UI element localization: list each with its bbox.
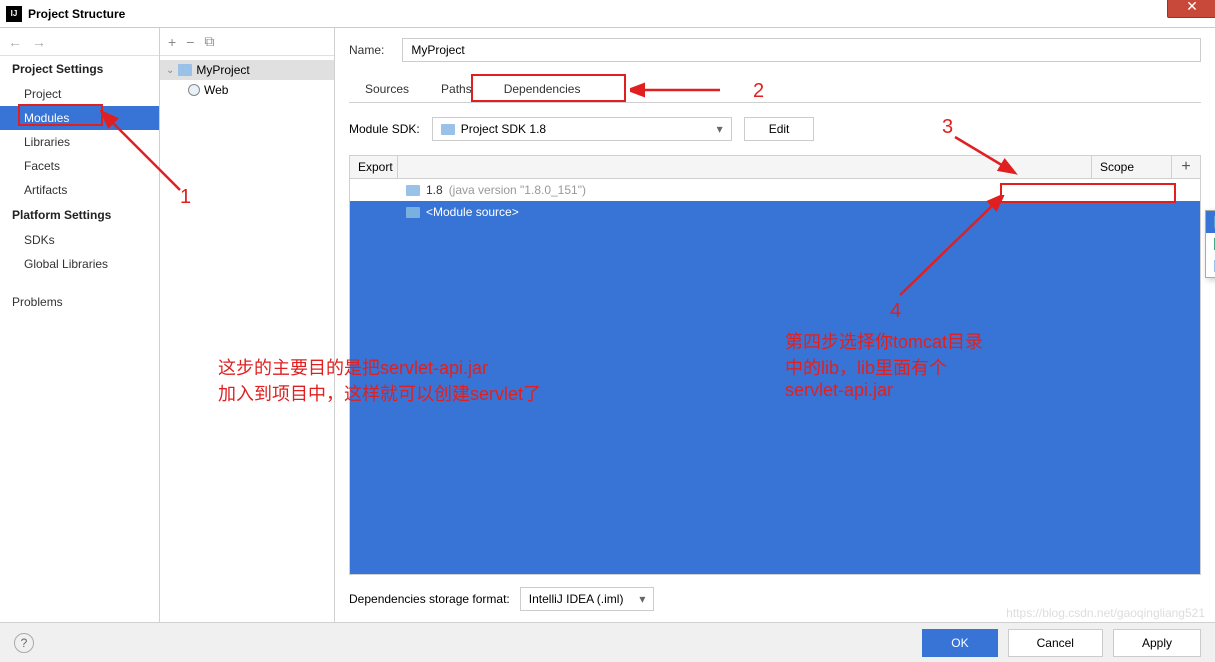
intellij-icon: IJ <box>6 6 22 22</box>
dep-name: 1.8 <box>426 183 443 197</box>
sdk-value: Project SDK 1.8 <box>461 122 546 136</box>
nav-facets[interactable]: Facets <box>0 154 159 178</box>
module-detail-panel: Name: Sources Paths Dependencies Module … <box>335 28 1215 622</box>
tree-root-label: MyProject <box>196 63 249 77</box>
cancel-button[interactable]: Cancel <box>1008 629 1103 657</box>
dependencies-table: Export Scope + 1.8 (java version "1.8.0_… <box>349 155 1201 575</box>
add-icon[interactable]: + <box>168 34 176 50</box>
col-name <box>398 156 1092 178</box>
nav-problems[interactable]: Problems <box>0 290 159 314</box>
dialog-button-bar: ? OK Cancel Apply <box>0 622 1215 662</box>
module-tree-panel: + − ⧉ ⌄ MyProject Web <box>160 28 335 622</box>
left-nav-panel: ← → Project Settings Project Modules Lib… <box>0 28 160 622</box>
apply-button[interactable]: Apply <box>1113 629 1201 657</box>
dep-row-module-source[interactable]: <Module source> <box>350 201 1200 223</box>
sdk-label: Module SDK: <box>349 122 420 136</box>
name-label: Name: <box>349 43 384 57</box>
nav-project[interactable]: Project <box>0 82 159 106</box>
tab-sources[interactable]: Sources <box>349 76 425 102</box>
folder-icon <box>406 185 420 196</box>
folder-icon <box>441 124 455 135</box>
section-platform-settings: Platform Settings <box>0 202 159 228</box>
tree-child-web[interactable]: Web <box>160 80 334 100</box>
nav-artifacts[interactable]: Artifacts <box>0 178 159 202</box>
tree-root-myproject[interactable]: ⌄ MyProject <box>160 60 334 80</box>
popup-jars[interactable]: 1 JARs or directories... <box>1206 211 1215 233</box>
folder-icon <box>178 64 192 76</box>
window-title: Project Structure <box>28 7 125 21</box>
popup-module-dep[interactable]: 3 Module Dependency... <box>1206 255 1215 277</box>
storage-label: Dependencies storage format: <box>349 592 510 606</box>
titlebar: IJ Project Structure ✕ <box>0 0 1215 28</box>
sdk-select[interactable]: Project SDK 1.8 <box>432 117 732 141</box>
storage-select[interactable]: IntelliJ IDEA (.iml) <box>520 587 655 611</box>
section-project-settings: Project Settings <box>0 56 159 82</box>
tree-child-label: Web <box>204 83 228 97</box>
dep-name: <Module source> <box>426 205 519 219</box>
col-scope[interactable]: Scope <box>1092 156 1172 178</box>
tab-paths[interactable]: Paths <box>425 76 488 102</box>
popup-library[interactable]: 2 Library... <box>1206 233 1215 255</box>
nav-modules[interactable]: Modules <box>0 106 159 130</box>
remove-icon[interactable]: − <box>186 34 194 50</box>
name-input[interactable] <box>402 38 1201 62</box>
dep-hint: (java version "1.8.0_151") <box>449 183 586 197</box>
edit-sdk-button[interactable]: Edit <box>744 117 815 141</box>
copy-icon[interactable]: ⧉ <box>204 33 214 50</box>
nav-libraries[interactable]: Libraries <box>0 130 159 154</box>
back-arrow-icon[interactable]: ← <box>8 34 22 50</box>
nav-sdks[interactable]: SDKs <box>0 228 159 252</box>
dep-row-jdk[interactable]: 1.8 (java version "1.8.0_151") <box>350 179 1200 201</box>
help-button[interactable]: ? <box>14 633 34 653</box>
forward-arrow-icon[interactable]: → <box>32 34 46 50</box>
ok-button[interactable]: OK <box>922 629 997 657</box>
storage-value: IntelliJ IDEA (.iml) <box>529 592 624 606</box>
col-export[interactable]: Export <box>350 156 398 178</box>
add-dependency-popup: 1 JARs or directories... 2 Library... 3 … <box>1205 210 1215 278</box>
folder-icon <box>406 207 420 218</box>
nav-global-libraries[interactable]: Global Libraries <box>0 252 159 276</box>
add-dependency-button[interactable]: + <box>1172 156 1200 178</box>
chevron-down-icon: ⌄ <box>166 65 174 76</box>
tab-dependencies[interactable]: Dependencies <box>488 76 597 102</box>
watermark: https://blog.csdn.net/gaoqingliang521 <box>1006 606 1205 620</box>
web-icon <box>188 84 200 96</box>
close-button[interactable]: ✕ <box>1167 0 1215 18</box>
